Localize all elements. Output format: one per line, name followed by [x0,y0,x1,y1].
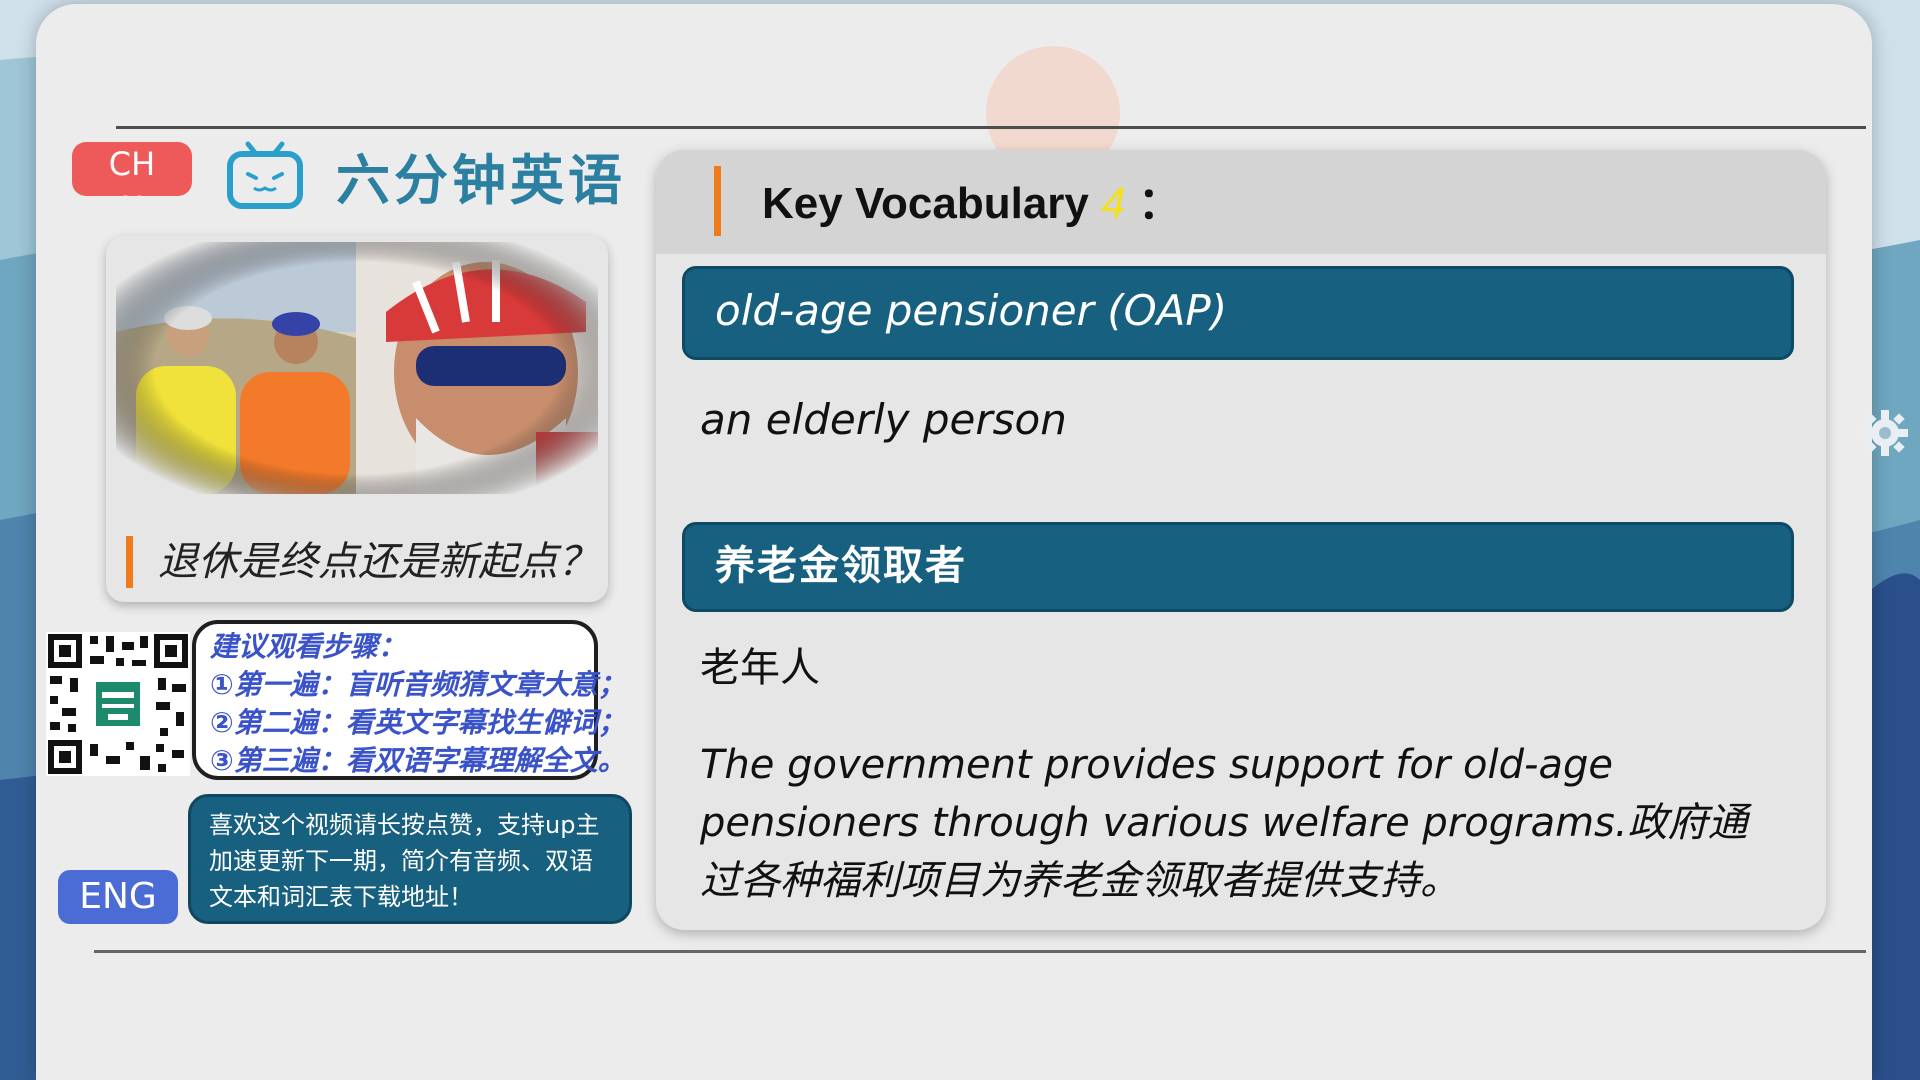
episode-caption: 退休是终点还是新起点？ [158,539,598,585]
step-1: ①第一遍：盲听音频猜文章大意； [210,668,626,701]
vocabulary-number: 4 [1101,179,1126,228]
language-toggle-eng-button[interactable]: ENG [58,870,178,924]
example-sentence: The government provides support for old-… [700,742,1748,904]
viewing-steps-box: 建议观看步骤： ①第一遍：盲听音频猜文章大意； ②第二遍：看英文字幕找生僻词； … [192,620,626,780]
episode-card[interactable]: 退休是终点还是新起点？ [106,236,608,602]
vocabulary-title: Key Vocabulary 4 ： [762,174,1182,234]
definition-chinese: 老年人 [700,645,820,691]
term-chinese-bar: 养老金领取者 [682,522,1794,612]
like-message-box: 喜欢这个视频请长按点赞，支持up主加速更新下一期，简介有音频、双语文本和词汇表下… [188,794,632,924]
vocabulary-panel: Key Vocabulary 4 ： old-age pensioner (OA… [656,150,1826,930]
definition-english: an elderly person [700,395,1067,444]
vocabulary-header: Key Vocabulary 4 ： [656,150,1826,254]
cyclists-photo [116,242,598,494]
language-toggle-chn-button[interactable]: CHN [72,142,192,196]
vocabulary-heading: Key Vocabulary [762,179,1089,228]
header-accent-bar [714,166,721,236]
brand-title: 六分钟英语 [336,149,626,212]
term-english-bar: old-age pensioner (OAP) [682,266,1794,360]
top-divider [116,126,1866,129]
qr-code-icon [46,632,190,776]
step-3: ③第三遍：看双语字幕理解全文。 [210,744,626,777]
bottom-divider [94,950,1866,953]
gear-icon [1862,410,1908,456]
tv-icon [227,141,303,209]
steps-heading: 建议观看步骤： [210,630,407,663]
caption-accent-bar [126,536,133,588]
step-2: ②第二遍：看英文字幕找生僻词； [210,706,626,739]
vocabulary-colon: ： [1137,179,1182,228]
